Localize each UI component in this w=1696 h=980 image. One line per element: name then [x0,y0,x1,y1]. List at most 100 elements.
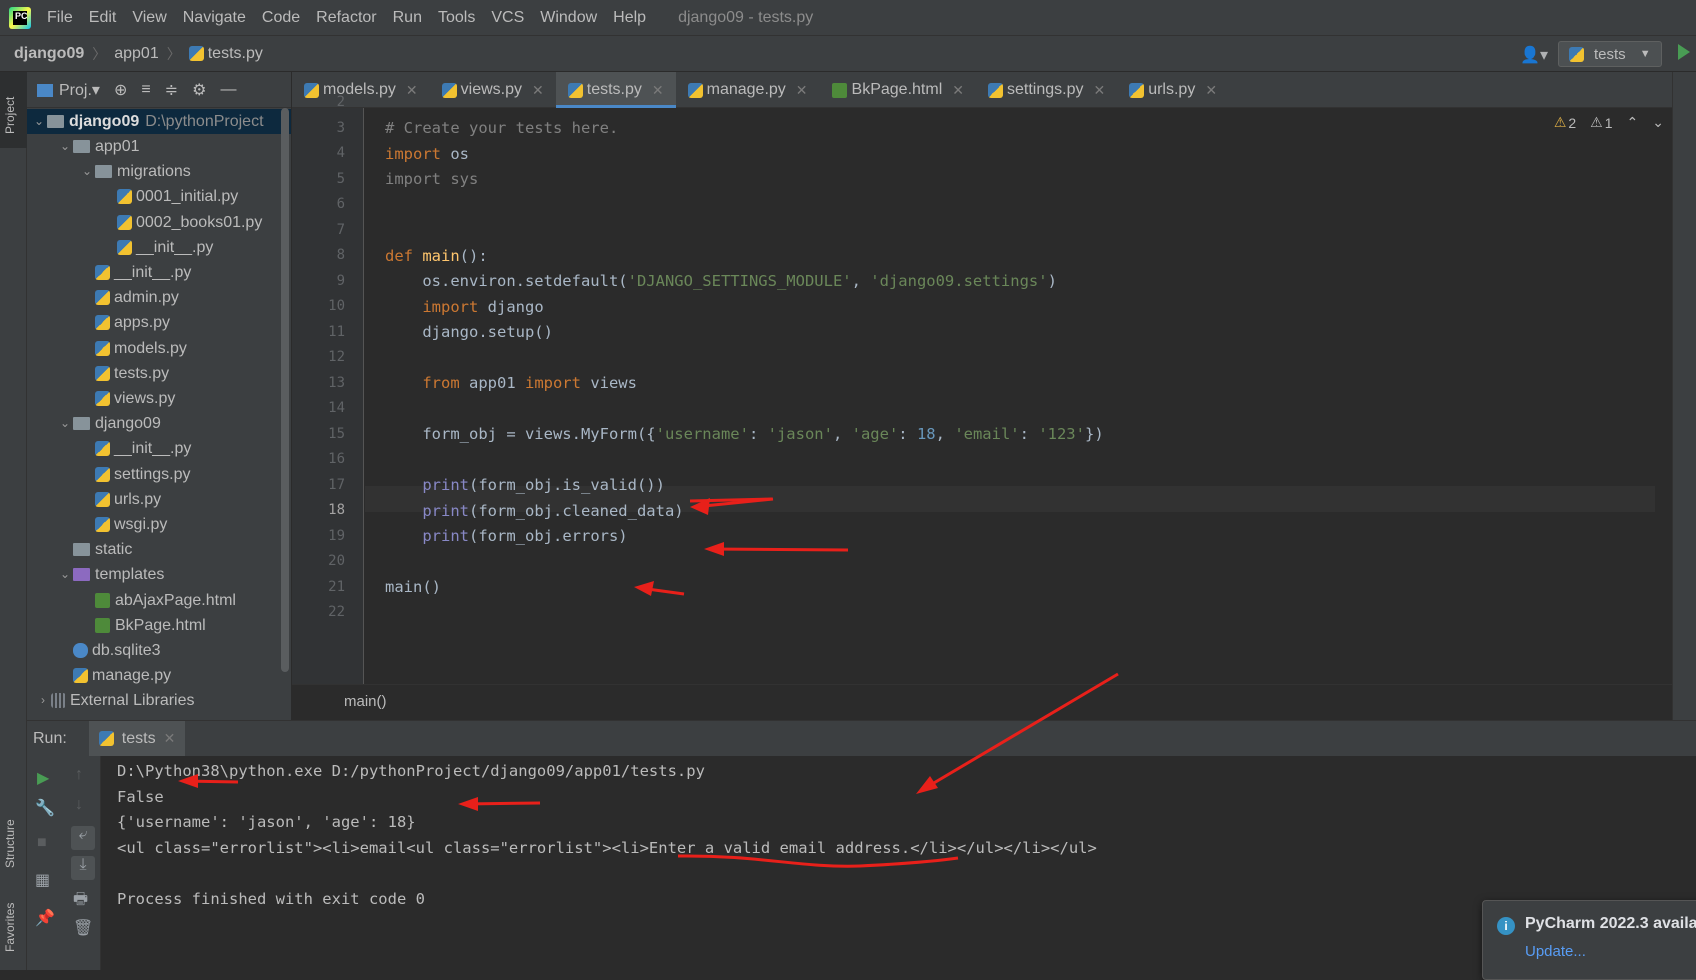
menu-tools[interactable]: Tools [430,0,483,36]
breadcrumb-app01[interactable]: app01 [106,45,159,63]
tree-item[interactable]: › External Libraries [35,688,195,713]
tree-item[interactable]: static [57,537,132,562]
breadcrumb-file[interactable]: tests.py [181,45,263,63]
tree-scrollbar[interactable] [281,108,289,672]
tree-item[interactable]: BkPage.html [79,613,206,638]
library-icon [51,693,66,709]
editor-tab[interactable]: urls.py ✕ [1117,72,1229,108]
menu-refactor[interactable]: Refactor [308,0,384,36]
favorites-tool-tab[interactable]: Favorites [3,903,17,952]
breadcrumb-project[interactable]: django09 [0,45,84,63]
scroll-to-end-icon[interactable]: ⤓ [71,856,95,880]
code-line: form_obj = views.MyForm({'username': 'ja… [385,425,1104,443]
stop-icon[interactable]: ■ [37,834,47,852]
editor-tab[interactable]: models.py ✕ [292,72,430,108]
layout-icon[interactable]: ▦ [35,870,50,890]
menu-run[interactable]: Run [385,0,430,36]
menu-navigate[interactable]: Navigate [175,0,254,36]
tree-item[interactable]: ⌄ templates [57,562,164,587]
editor-tab[interactable]: BkPage.html ✕ [820,72,976,108]
structure-tool-tab[interactable]: Structure [3,819,17,868]
notification-title: PyCharm 2022.3 available [1525,915,1696,932]
project-view-icon [37,83,53,97]
editor-tab[interactable]: tests.py ✕ [555,72,676,108]
tree-item-label: admin.py [114,289,179,307]
trash-icon[interactable]: 🗑 [73,918,93,938]
tree-item[interactable]: ⌄ app01 [57,134,140,159]
tree-item[interactable]: db.sqlite3 [57,638,161,663]
tree-item[interactable]: urls.py [79,487,161,512]
menu-edit[interactable]: Edit [81,0,125,36]
next-highlight-icon[interactable]: ⌄ [1652,114,1664,131]
tree-item[interactable]: admin.py [79,285,179,310]
print-icon[interactable]: 🖶 [73,888,88,915]
python-file-icon [441,82,457,98]
update-link[interactable]: Update... [1525,943,1586,960]
editor-tab-label: tests.py [586,81,642,98]
menu-help[interactable]: Help [605,0,654,36]
folder-icon [73,543,90,557]
tree-item[interactable]: settings.py [79,462,190,487]
menu-file[interactable]: File [39,0,81,36]
rerun-icon[interactable]: ▶ [37,768,49,788]
tree-item[interactable]: tests.py [79,361,169,386]
tree-item[interactable]: wsgi.py [79,512,167,537]
dropdown-arrow-icon: ▼ [1639,48,1651,60]
close-icon[interactable]: ✕ [1093,82,1105,99]
close-icon[interactable]: ✕ [952,82,964,99]
tree-item[interactable]: ⌄ django09 [57,411,161,436]
run-config-select[interactable]: tests ▼ [1558,41,1662,67]
menu-view[interactable]: View [124,0,174,36]
editor-tab[interactable]: manage.py ✕ [676,72,820,108]
editor-breadcrumb-function[interactable]: main() [344,693,387,710]
wrench-icon[interactable]: 🔧 [35,798,55,818]
collapse-all-icon[interactable]: ≑ [165,80,178,100]
hide-icon[interactable]: — [220,81,236,99]
tree-item[interactable]: 0001_initial.py [101,184,238,209]
run-play-icon[interactable] [1678,44,1690,60]
previous-highlight-icon[interactable]: ⌃ [1627,114,1639,131]
tree-item[interactable]: __init__.py [79,436,191,461]
project-view-select[interactable]: Proj.▾ [37,80,100,100]
project-tool-tab[interactable]: Project [3,97,17,134]
run-console[interactable]: D:\Python38\python.exe D:/pythonProject/… [101,756,1696,970]
tree-root[interactable]: ⌄ django09 D:\pythonProject [27,109,291,134]
menu-vcs[interactable]: VCS [483,0,532,36]
chevron-down-icon: ⌄ [59,139,71,153]
editor-tab[interactable]: settings.py ✕ [976,72,1117,108]
tree-item[interactable]: __init__.py [79,260,191,285]
close-icon[interactable]: ✕ [796,82,808,99]
tree-item[interactable]: ⌄ migrations [79,159,191,184]
user-account-icon[interactable]: 👤▾ [1520,45,1548,65]
menu-code[interactable]: Code [254,0,308,36]
tree-item[interactable]: apps.py [79,310,170,335]
inspection-widget[interactable]: ⚠ 2 ⚠ 1 ⌃ ⌄ [1554,114,1664,131]
expand-all-icon[interactable]: ≡ [141,81,150,99]
code-editor[interactable]: # Create your tests here. import os import… [365,108,1696,684]
gear-icon[interactable]: ⚙ [192,80,206,100]
tree-item[interactable]: manage.py [57,663,171,688]
arrow-up-icon[interactable]: ↑ [75,766,83,784]
python-file-icon [188,46,204,61]
html-file-icon [95,617,110,633]
run-tab[interactable]: tests ✕ [88,720,186,757]
chevron-right-icon: › [41,693,45,708]
close-icon[interactable]: ✕ [652,82,664,99]
close-icon[interactable]: ✕ [406,82,418,99]
tree-item[interactable]: __init__.py [101,235,213,260]
tree-item[interactable]: 0002_books01.py [101,210,262,235]
python-file-icon [95,391,110,406]
pin-icon[interactable]: 📌 [35,908,55,928]
tree-item[interactable]: abAjaxPage.html [79,588,236,613]
run-toolbar-right: ↑ ↓ ⤶ ⤓ 🖶 🗑 [63,756,101,970]
close-icon[interactable]: ✕ [532,82,544,99]
soft-wrap-icon[interactable]: ⤶ [71,826,95,850]
locate-icon[interactable]: ⊕ [114,80,127,100]
tree-item[interactable]: views.py [79,386,175,411]
tree-item[interactable]: models.py [79,336,187,361]
arrow-down-icon[interactable]: ↓ [75,796,83,814]
close-icon[interactable]: ✕ [164,730,176,747]
menu-window[interactable]: Window [532,0,605,36]
close-icon[interactable]: ✕ [1205,82,1217,99]
editor-tab[interactable]: views.py ✕ [430,72,556,108]
